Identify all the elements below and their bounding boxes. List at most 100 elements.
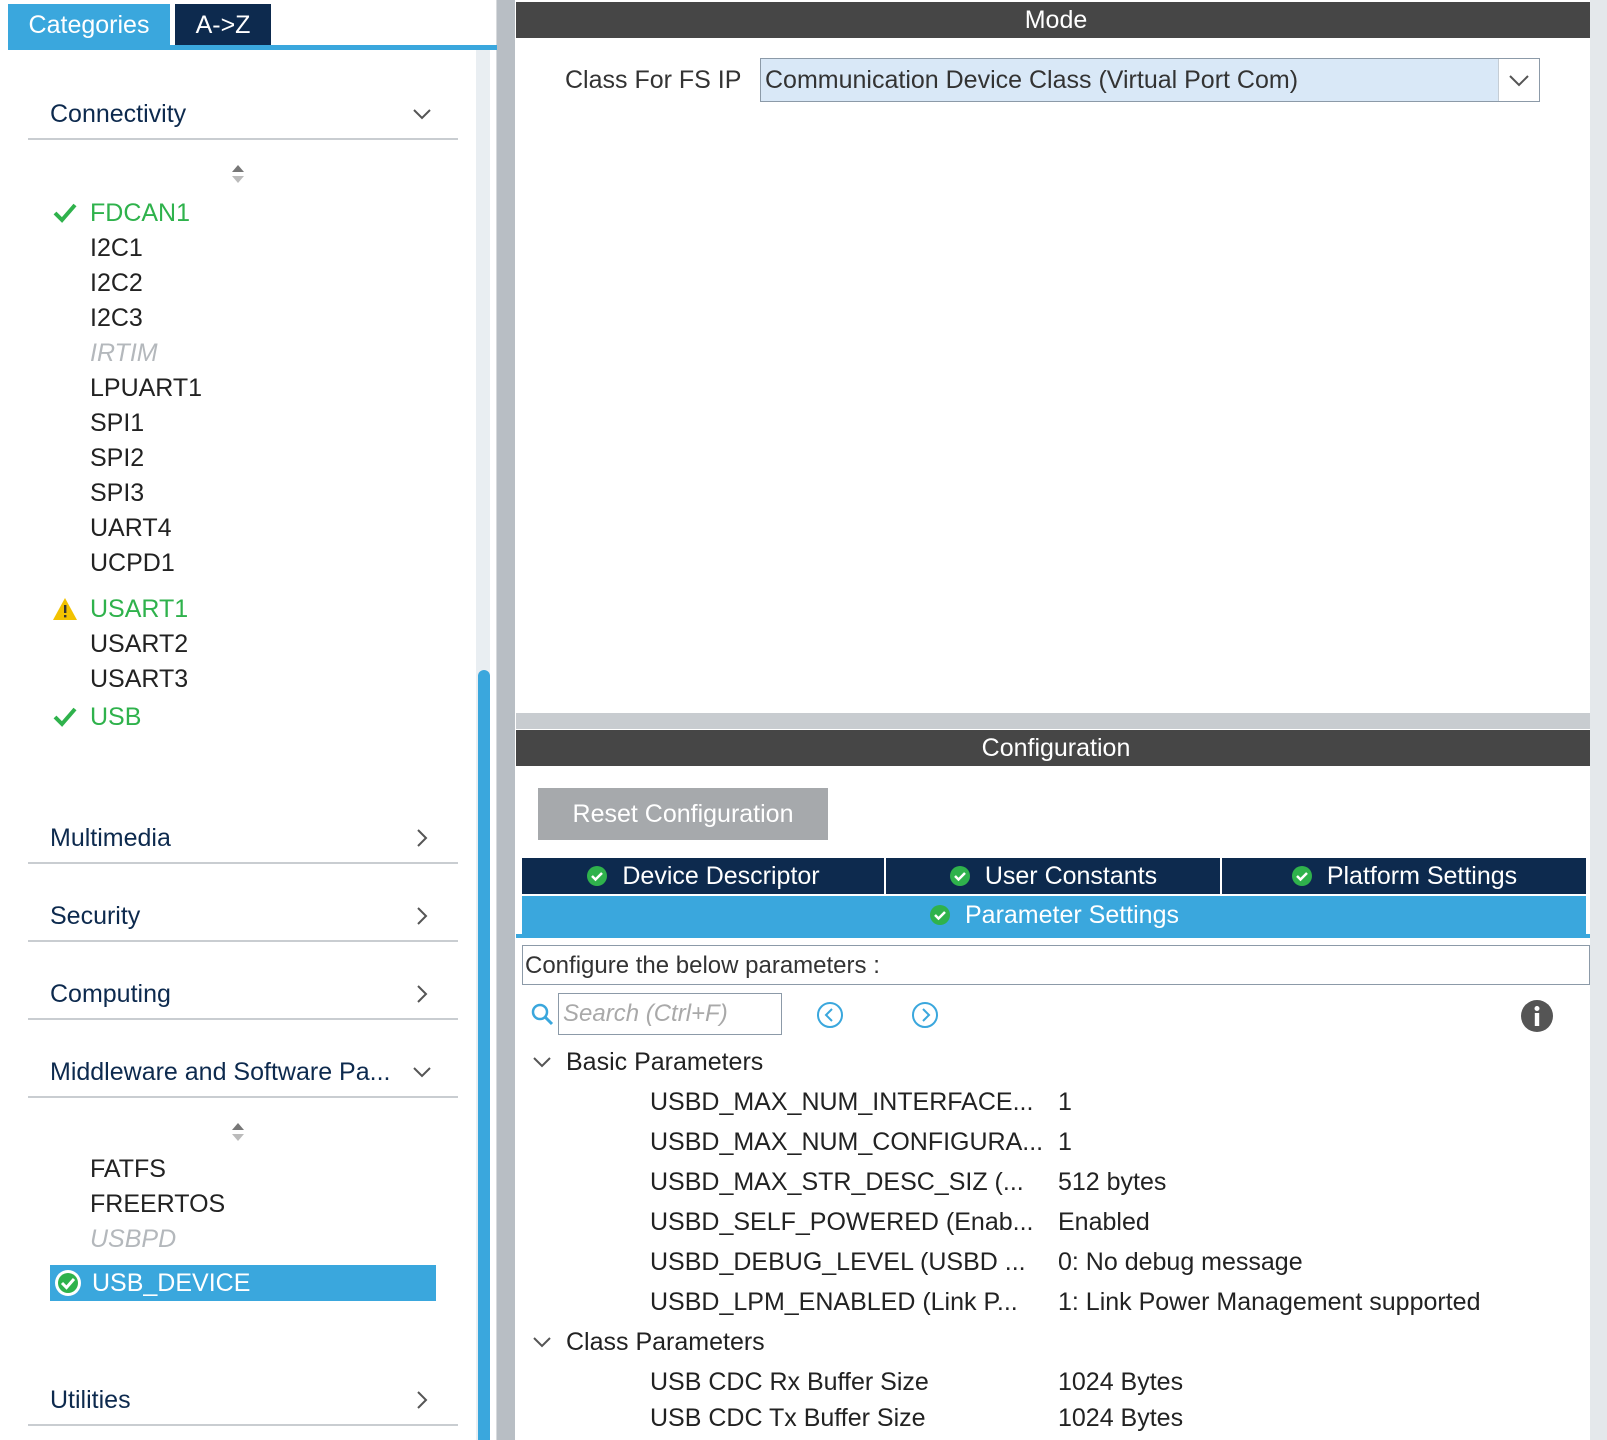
tab-categories[interactable]: Categories: [8, 4, 170, 46]
peripheral-fdcan1[interactable]: FDCAN1: [90, 196, 190, 230]
next-result-icon[interactable]: [911, 1001, 939, 1029]
peripheral-i2c1[interactable]: I2C1: [90, 231, 143, 265]
configure-hint-box: Configure the below parameters :: [522, 945, 1590, 985]
category-multimedia[interactable]: Multimedia: [28, 818, 458, 864]
tab-underline: [8, 45, 497, 50]
previous-result-icon[interactable]: [816, 1001, 844, 1029]
tab-user-constants[interactable]: User Constants: [886, 858, 1222, 894]
check-circle-icon: [930, 905, 950, 925]
middleware-fatfs[interactable]: FATFS: [90, 1152, 166, 1186]
peripheral-spi2[interactable]: SPI2: [90, 441, 144, 475]
param-value: 512 bytes: [1058, 1168, 1167, 1196]
group-label: Basic Parameters: [566, 1048, 764, 1076]
category-label: Security: [50, 902, 141, 930]
class-for-fs-ip-select[interactable]: Communication Device Class (Virtual Port…: [760, 58, 1540, 102]
check-icon: [53, 707, 77, 727]
check-icon: [53, 203, 77, 223]
chevron-right-icon: [417, 1391, 428, 1409]
class-select-value: Communication Device Class (Virtual Port…: [765, 66, 1299, 94]
warning-icon: [53, 598, 77, 620]
param-name: USB CDC Rx Buffer Size: [650, 1368, 929, 1396]
param-value: 1024 Bytes: [1058, 1404, 1184, 1432]
middleware-usbpd: USBPD: [90, 1225, 177, 1253]
mode-panel: [516, 40, 1596, 713]
chevron-down-icon: [1509, 75, 1529, 87]
tab-platform-settings[interactable]: Platform Settings: [1222, 858, 1586, 894]
tab-parameter-settings[interactable]: Parameter Settings: [522, 896, 1586, 934]
view-tabs: Categories A->Z: [8, 4, 497, 50]
peripheral-usart3[interactable]: USART3: [90, 662, 188, 696]
check-circle-icon: [587, 866, 608, 886]
category-label: Multimedia: [50, 824, 171, 852]
param-value: Enabled: [1058, 1208, 1150, 1236]
chevron-down-icon: [533, 1337, 551, 1348]
check-circle-icon: [949, 866, 970, 886]
tab-label: User Constants: [984, 862, 1158, 890]
sort-icon[interactable]: [230, 162, 246, 186]
mode-config-splitter[interactable]: [516, 713, 1596, 729]
param-name: USBD_DEBUG_LEVEL (USBD ...: [650, 1248, 1026, 1276]
chevron-down-icon: [533, 1057, 551, 1068]
mode-title: Mode: [516, 2, 1596, 38]
param-name: USBD_LPM_ENABLED (Link P...: [650, 1288, 1018, 1316]
tab-label: Parameter Settings: [965, 901, 1179, 929]
param-value: 0: No debug message: [1058, 1248, 1303, 1276]
panel-splitter[interactable]: [497, 0, 515, 1440]
category-label: Middleware and Software Pa...: [50, 1058, 391, 1086]
chevron-down-icon: [413, 109, 431, 120]
peripheral-i2c2[interactable]: I2C2: [90, 266, 143, 300]
peripheral-usart1[interactable]: USART1: [90, 592, 188, 626]
group-label: Class Parameters: [566, 1328, 765, 1356]
configuration-title: Configuration: [516, 730, 1596, 766]
tab-device-descriptor[interactable]: Device Descriptor: [522, 858, 886, 894]
check-circle-icon: [55, 1270, 81, 1296]
param-name: USBD_MAX_STR_DESC_SIZ (...: [650, 1168, 1024, 1196]
category-label: Connectivity: [50, 100, 187, 128]
chevron-right-icon: [417, 829, 428, 847]
peripheral-lpuart1[interactable]: LPUART1: [90, 371, 202, 405]
configure-hint-text: Configure the below parameters :: [525, 952, 880, 979]
chevron-right-icon: [417, 985, 428, 1003]
tab-a-z[interactable]: A->Z: [175, 4, 271, 46]
chevron-down-icon: [413, 1067, 431, 1078]
middleware-usb-device[interactable]: USB_DEVICE: [50, 1265, 436, 1301]
param-value: 1: [1058, 1088, 1072, 1116]
param-name: USBD_SELF_POWERED (Enab...: [650, 1208, 1034, 1236]
reset-configuration-button[interactable]: Reset Configuration: [538, 788, 828, 840]
peripheral-usart2[interactable]: USART2: [90, 627, 188, 661]
category-connectivity[interactable]: Connectivity: [28, 94, 458, 140]
peripheral-spi3[interactable]: SPI3: [90, 476, 144, 510]
tab-label: Device Descriptor: [622, 862, 820, 890]
right-scrollbar[interactable]: [1590, 0, 1607, 1440]
param-name: USBD_MAX_NUM_INTERFACE...: [650, 1088, 1034, 1116]
category-label: Computing: [50, 980, 171, 1008]
middleware-usb-device-label: USB_DEVICE: [92, 1269, 251, 1297]
category-security[interactable]: Security: [28, 896, 458, 942]
peripheral-usb[interactable]: USB: [90, 700, 141, 734]
param-value: 1: [1058, 1128, 1072, 1156]
left-scrollbar-thumb[interactable]: [478, 670, 490, 1440]
search-input[interactable]: [558, 993, 782, 1035]
peripheral-ucpd1[interactable]: UCPD1: [90, 546, 175, 580]
peripheral-i2c3[interactable]: I2C3: [90, 301, 143, 335]
category-computing[interactable]: Computing: [28, 974, 458, 1020]
tab-underline: [516, 934, 1592, 938]
peripheral-uart4[interactable]: UART4: [90, 511, 172, 545]
peripheral-spi1[interactable]: SPI1: [90, 406, 144, 440]
category-utilities[interactable]: Utilities: [28, 1380, 458, 1426]
tab-label: Platform Settings: [1326, 862, 1518, 890]
search-icon: [531, 1003, 554, 1026]
category-middleware[interactable]: Middleware and Software Pa...: [28, 1052, 458, 1098]
info-icon[interactable]: [1520, 999, 1554, 1033]
param-value: 1024 Bytes: [1058, 1368, 1184, 1396]
check-circle-icon: [1291, 866, 1312, 886]
middleware-freertos[interactable]: FREERTOS: [90, 1187, 225, 1221]
categories-panel: Categories A->Z Connectivity FDCAN1 I2C1…: [0, 0, 497, 1440]
category-label: Utilities: [50, 1386, 131, 1414]
peripheral-irtim: IRTIM: [90, 339, 158, 367]
chevron-right-icon: [417, 907, 428, 925]
param-value: 1: Link Power Management supported: [1058, 1288, 1481, 1316]
dropdown-button[interactable]: [1498, 59, 1539, 101]
param-name: USBD_MAX_NUM_CONFIGURA...: [650, 1128, 1044, 1156]
sort-icon[interactable]: [230, 1120, 246, 1144]
